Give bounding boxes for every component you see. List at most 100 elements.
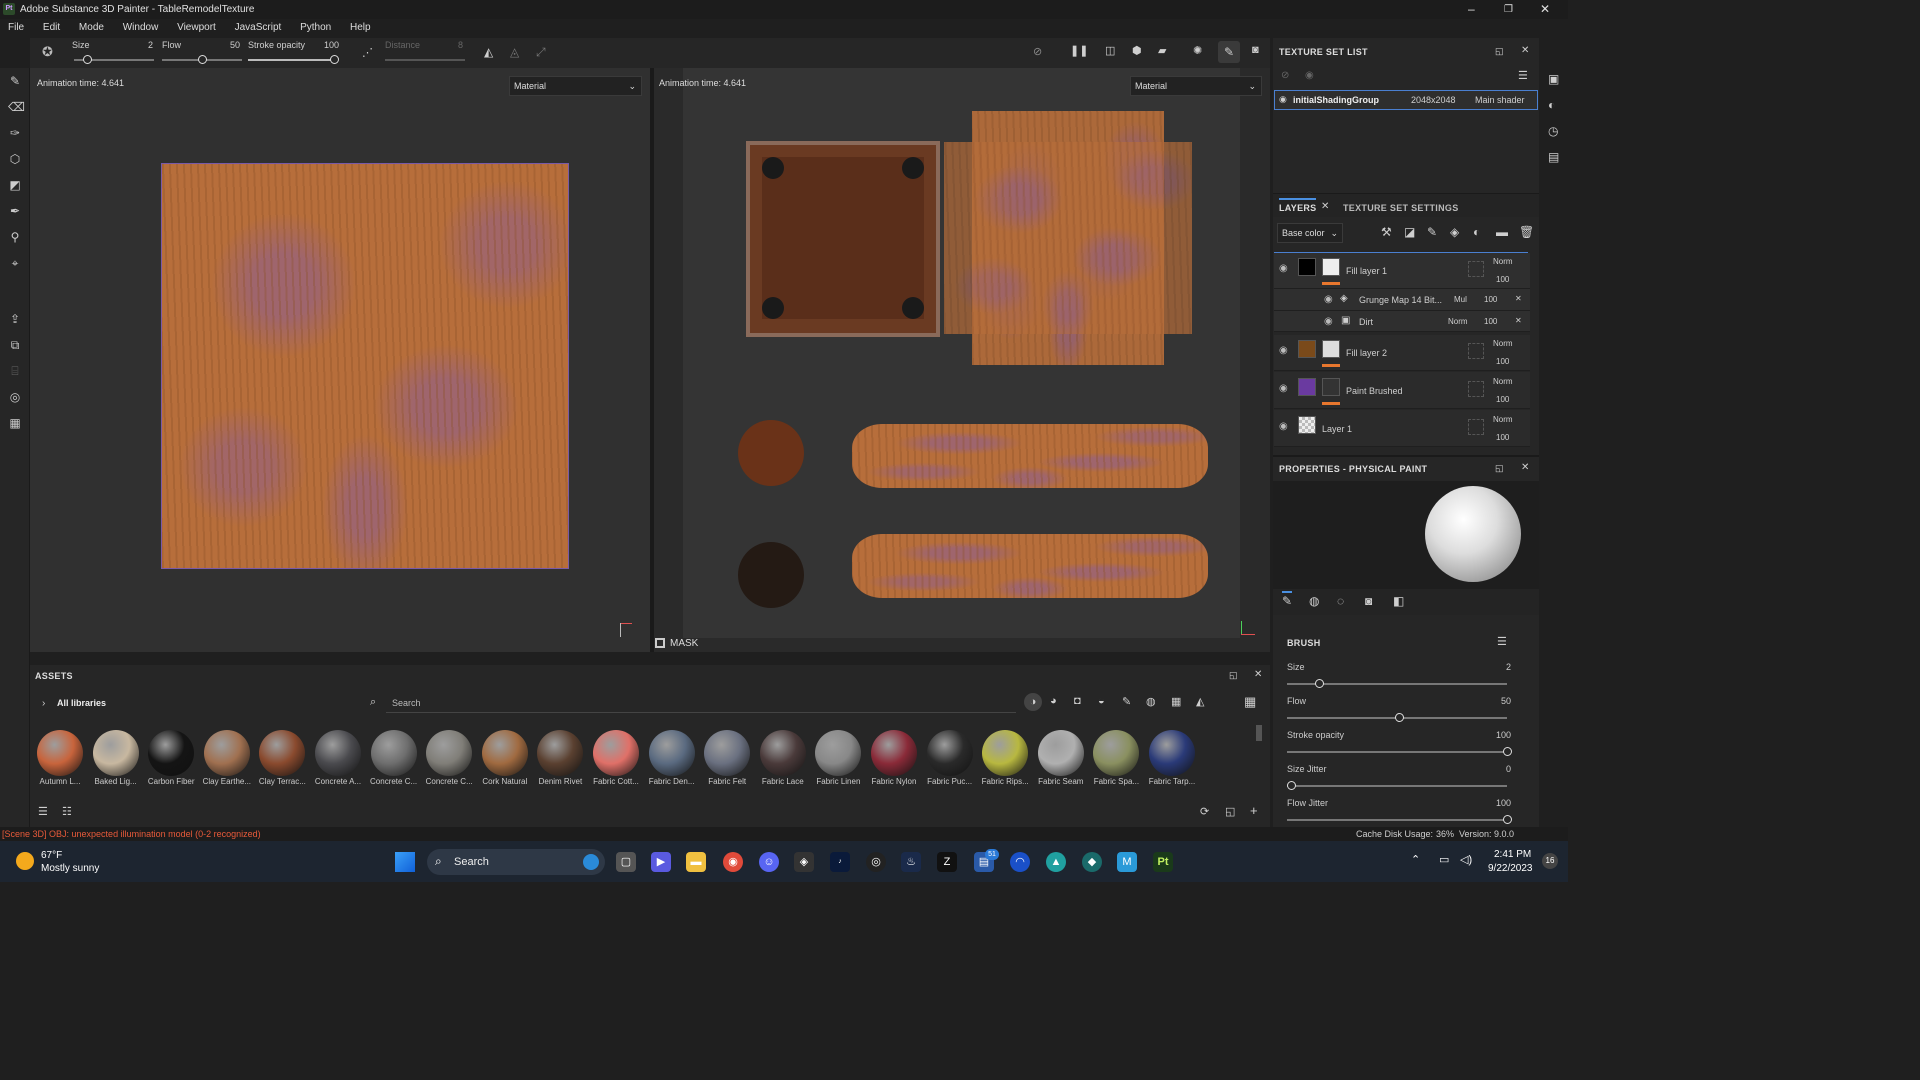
material-thumbnail[interactable] [426,730,473,776]
tab-texture-set-settings[interactable]: TEXTURE SET SETTINGS [1343,203,1459,213]
viewport-3d[interactable]: Animation time: 4.641 Material ⌄ [30,68,650,652]
obs-icon[interactable]: ◎ [866,852,886,872]
layer-opacity[interactable]: 100 [1496,357,1509,366]
visibility-off-icon[interactable]: ⊘ [1281,70,1289,81]
add-folder-icon[interactable]: ▬ [1496,225,1508,239]
lazy-mouse-icon[interactable]: ⋰ [362,46,373,59]
eye-icon[interactable]: ◉ [1279,263,1288,274]
geometry-fill-icon[interactable]: ⬡ [8,152,22,166]
flow-slider-knob[interactable] [198,55,207,64]
close-icon[interactable]: ✕ [1521,45,1529,56]
material-thumbnail[interactable] [871,730,917,776]
clock-time[interactable]: 2:41 PM [1494,849,1531,860]
material-thumbnail[interactable] [648,730,695,776]
stroke-opacity-slider[interactable] [248,59,338,61]
tab-layers[interactable]: LAYERS [1279,198,1317,213]
menu-python[interactable]: Python [292,19,339,37]
discord-icon[interactable]: ☺ [759,852,779,872]
layer-mask-slot[interactable] [1468,261,1484,277]
assets-search-input[interactable]: Search [392,698,421,708]
material-thumbnail[interactable] [1149,730,1195,776]
mask-checkbox[interactable] [655,638,665,648]
float-icon[interactable]: ◱ [1229,670,1238,681]
blend-mode[interactable]: Norm [1448,317,1468,326]
blend-mode[interactable]: Norm [1493,339,1513,348]
effect-opacity[interactable]: 100 [1484,317,1497,326]
clone-icon[interactable]: ⚲ [8,230,22,244]
chevron-right-icon[interactable]: › [42,698,45,709]
add-smart-material-icon[interactable]: ◐ [1473,225,1480,239]
layer-row-paint-brushed[interactable]: ◉ Paint Brushed Norm 100 [1274,372,1530,409]
brush-param-value[interactable]: 100 [1481,798,1511,808]
transform-icon[interactable]: ⤢ [536,45,546,60]
windows-start-icon[interactable] [395,852,415,872]
list-view-icon[interactable]: ☷ [62,805,72,818]
add-fill-layer-icon[interactable]: ◈ [1450,225,1459,239]
remove-icon[interactable]: ✕ [1515,316,1522,325]
designer-icon[interactable]: ◆ [1082,852,1102,872]
file-explorer-icon[interactable]: ▬ [686,852,706,872]
material-thumbnail[interactable] [1037,730,1084,776]
task-view-icon[interactable]: ▢ [616,852,636,872]
history-icon[interactable]: ◷ [1548,124,1558,138]
distance-slider[interactable] [385,59,465,61]
menu-mode[interactable]: Mode [71,19,112,37]
viewport-2d-channel-select[interactable]: Material ⌄ [1130,76,1262,96]
render-icon[interactable]: ◎ [8,390,22,404]
float-icon[interactable]: ◱ [1495,46,1504,57]
size-slider-knob[interactable] [83,55,92,64]
layer-mask-slot[interactable] [1468,381,1484,397]
delete-layer-icon[interactable]: 🗑 [1519,225,1534,239]
close-icon[interactable]: ✕ [1540,0,1550,19]
blend-mode[interactable]: Norm [1493,415,1513,424]
layer-opacity[interactable]: 100 [1496,275,1509,284]
steam-icon[interactable]: ♨ [901,852,921,872]
close-icon[interactable]: ✕ [1254,669,1262,680]
brush-param-slider-knob[interactable] [1395,713,1404,722]
stencil-tab-icon[interactable]: ◙ [1365,594,1372,608]
menu-file[interactable]: File [0,19,32,37]
brush-param-slider[interactable] [1287,819,1507,821]
filter-masks-icon[interactable]: ◘ [1074,695,1081,707]
paint-brush-icon[interactable]: ✎ [8,74,22,88]
layer-opacity[interactable]: 100 [1496,395,1509,404]
network-icon[interactable]: ▭ [1439,853,1449,866]
layer-row-fill-layer-2[interactable]: ◉ Fill layer 2 Norm 100 [1274,335,1530,371]
new-window-icon[interactable]: ◱ [1225,805,1235,818]
sort-icon[interactable]: ☰ [38,805,48,818]
eraser-icon[interactable]: ⌫ [8,100,25,114]
material-tab-icon[interactable]: ◍ [1309,594,1319,608]
mirror-icon[interactable]: ◭ [484,45,493,59]
brush-param-slider-knob[interactable] [1287,781,1296,790]
weather-icon[interactable] [16,852,34,870]
filter-environment-icon[interactable]: ◭ [1196,695,1204,708]
uv-icon[interactable]: ⌸ [8,364,22,378]
brush-tab-icon[interactable]: ✎ [1282,591,1293,608]
material-thumbnail[interactable] [203,730,250,776]
texture-set-row[interactable]: ◉ initialShadingGroup 2048x2048 Main sha… [1274,90,1538,110]
viewport-3d-channel-select[interactable]: Material ⌄ [509,76,642,96]
refresh-icon[interactable]: ⟳ [1200,805,1209,818]
mask-thumbnail[interactable] [1322,258,1340,276]
taskbar-search[interactable]: ⌕ Search [427,849,605,875]
material-thumbnail[interactable] [370,730,417,776]
shelf-icon[interactable]: ▦ [8,416,22,430]
eye-icon[interactable]: ◉ [1279,421,1288,432]
layer-row-layer-1[interactable]: ◉ Layer 1 Norm 100 [1274,410,1530,447]
menu-help[interactable]: Help [342,19,379,37]
brush-param-slider-knob[interactable] [1503,815,1512,824]
layer-opacity[interactable]: 100 [1496,433,1509,442]
amazon-music-icon[interactable]: ♪ [830,852,850,872]
smudge-icon[interactable]: ✒ [8,204,22,218]
material-thumbnail[interactable] [593,730,639,776]
screenshot-icon[interactable]: ◙ [1252,44,1259,56]
bake-mesh-icon[interactable]: ⧉ [8,338,22,352]
brush-param-value[interactable]: 2 [1481,662,1511,672]
close-icon[interactable]: ✕ [1521,462,1529,473]
color-picker-icon[interactable]: ⌖ [8,256,22,270]
volume-icon[interactable]: ◁) [1460,853,1472,866]
epic-games-icon[interactable]: Z [937,852,957,872]
maya-icon[interactable]: M [1117,852,1137,872]
material-thumbnail[interactable] [759,730,806,776]
minimize-icon[interactable]: – [1468,0,1475,19]
